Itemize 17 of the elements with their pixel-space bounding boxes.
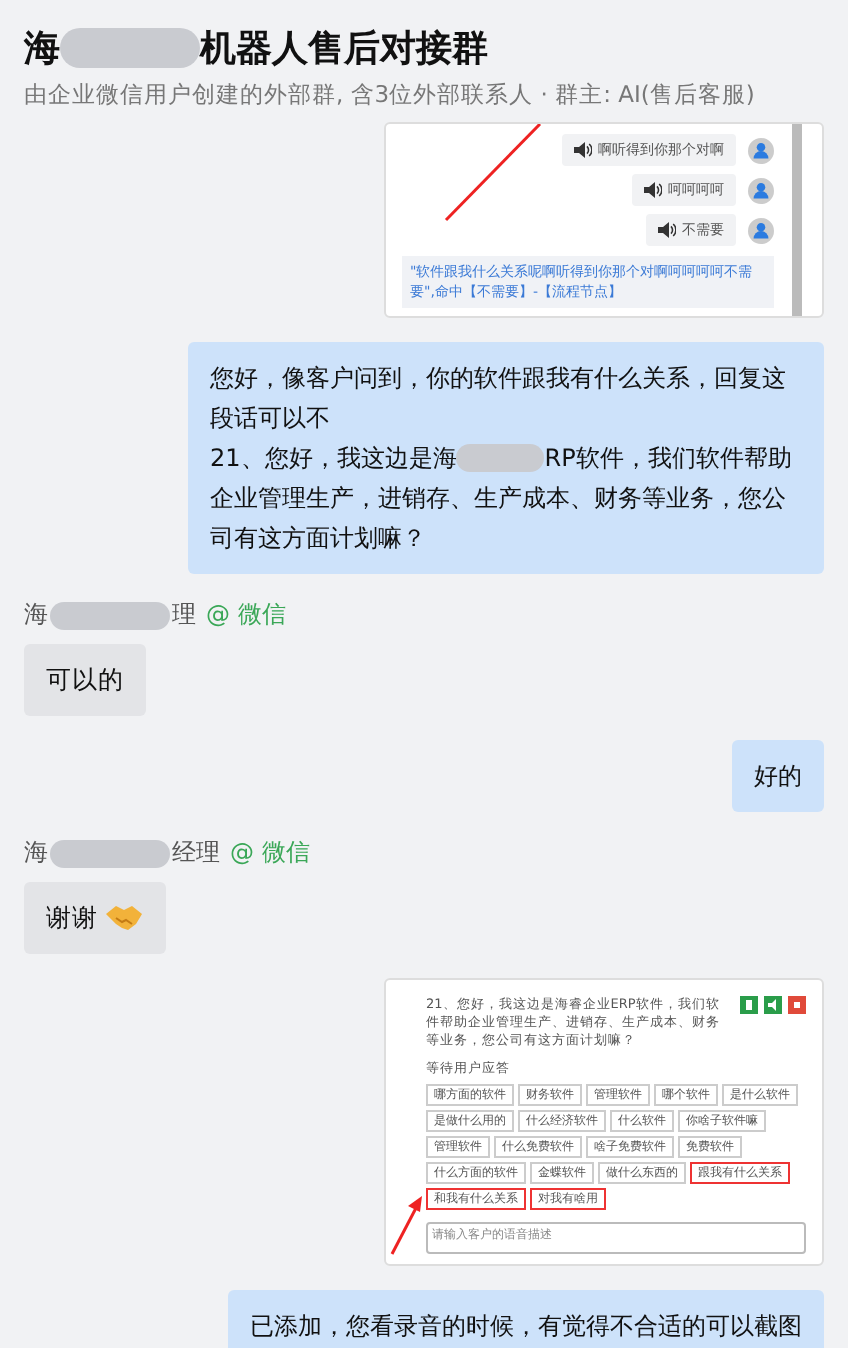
message-text: RP软件，我们软件帮助	[544, 442, 792, 476]
wechat-label: @ 微信	[230, 836, 310, 870]
group-title: 海	[24, 26, 60, 72]
wechat-label: @ 微信	[206, 598, 286, 632]
group-subtitle: 由企业微信用户创建的外部群, 含3位外部联系人 · 群主: AI(售后客服)	[24, 80, 757, 110]
group-title: 机器人售后对接群	[200, 26, 488, 72]
message-text: 您好，像客户问到，你的软件跟我有什么关系，回复这段话可以不	[210, 362, 788, 436]
sender-name: 海	[24, 598, 48, 632]
sender-name: 理	[172, 598, 196, 632]
message-text: 已添加，您看录音的时候，有觉得不合适的可以截图	[250, 1310, 802, 1344]
sender-name: 经理	[172, 836, 220, 870]
sender-name: 海	[24, 836, 48, 870]
message-text: 可以的	[46, 662, 124, 698]
message-text: 21、您好，我这边是海	[210, 442, 457, 476]
message-text: 好的	[754, 760, 802, 794]
message-text: 谢谢	[46, 900, 98, 936]
message-text: 企业管理生产，进销存、生产成本、财务等业务，您公司有这方面计划嘛？	[210, 482, 788, 556]
